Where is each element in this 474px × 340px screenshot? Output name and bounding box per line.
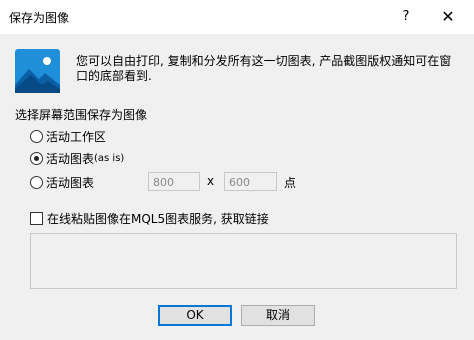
dialog-title: 保存为图像 <box>9 11 70 25</box>
image-icon <box>15 49 60 93</box>
save-as-image-dialog: 保存为图像 ? ✕ 您可以自由打印, 复制和分发所有这一切图表, 产品截图版权通… <box>0 0 474 340</box>
radio-button[interactable] <box>30 129 43 143</box>
width-input[interactable]: 800 <box>148 172 200 191</box>
title-bar: 保存为图像 ? ✕ <box>0 0 474 34</box>
radio-active-chart-custom[interactable]: 活动图表 <box>30 174 94 190</box>
info-text: 您可以自由打印, 复制和分发所有这一切图表, 产品截图版权通知可在窗口的底部看到… <box>76 54 452 83</box>
mql5-option[interactable]: 在线粘贴图像在MQL5图表服务, 获取链接 <box>30 210 269 227</box>
ok-button[interactable]: OK <box>158 305 232 326</box>
link-output-field[interactable] <box>30 233 457 289</box>
help-button[interactable]: ? <box>392 0 420 34</box>
close-button[interactable]: ✕ <box>428 0 468 34</box>
mql5-label: 在线粘贴图像在MQL5图表服务, 获取链接 <box>47 212 269 226</box>
radio-button[interactable] <box>30 175 43 189</box>
radio-label-suffix: (as is) <box>94 152 125 164</box>
radio-label: 活动图表 <box>46 151 95 166</box>
mql5-checkbox[interactable] <box>30 212 43 225</box>
radio-active-chart-as-is[interactable]: 活动图表 (as is) <box>30 150 124 166</box>
radio-label: 活动工作区 <box>46 129 107 144</box>
cancel-button[interactable]: 取消 <box>241 305 315 326</box>
radio-active-workspace[interactable]: 活动工作区 <box>30 128 106 144</box>
height-input[interactable]: 600 <box>224 172 277 191</box>
radio-label: 活动图表 <box>46 175 95 190</box>
section-label: 选择屏幕范围保存为图像 <box>15 108 148 122</box>
radio-button[interactable] <box>30 151 43 165</box>
size-separator: x <box>207 174 215 188</box>
unit-label: 点 <box>284 176 297 190</box>
